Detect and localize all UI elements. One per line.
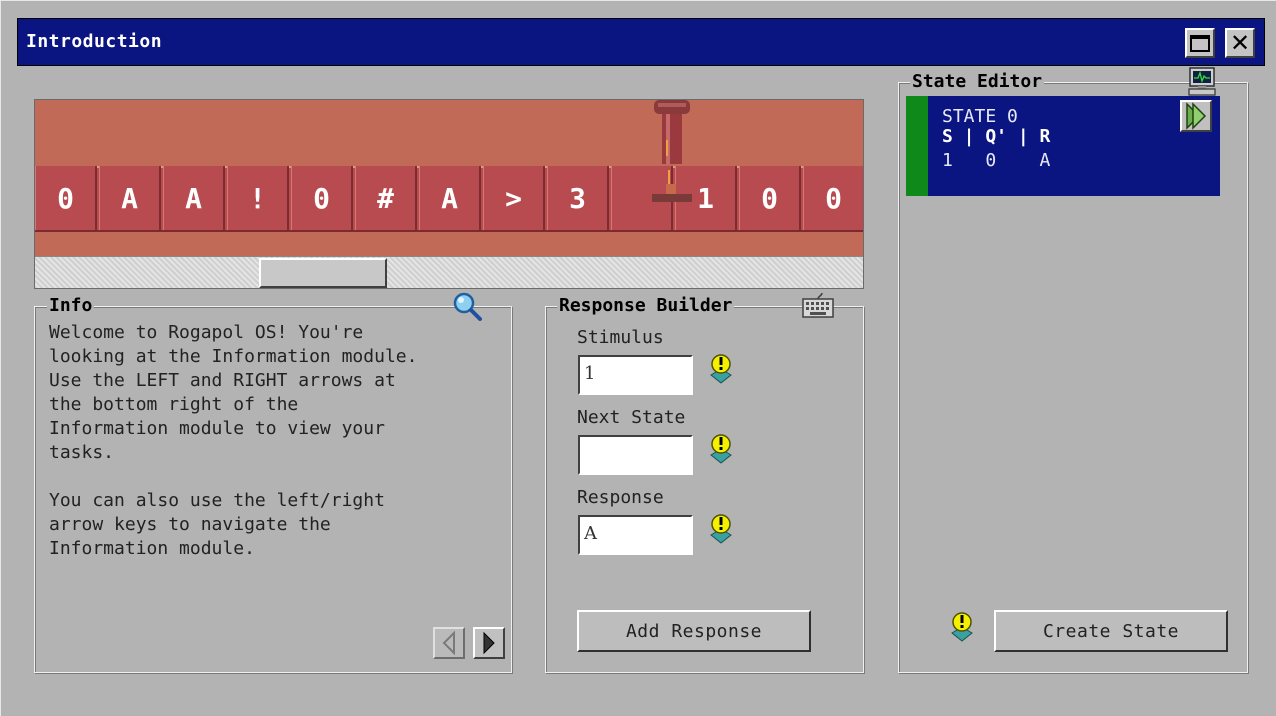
introduction-window: Introduction ✕ 0 A A! 0 # A >3 1 0 0 Info — [0, 0, 1276, 716]
tape-scrollbar[interactable] — [35, 256, 863, 288]
stimulus-input[interactable]: 1 — [578, 355, 693, 395]
tape-head-icon — [652, 100, 692, 202]
arrow-right-icon — [483, 631, 495, 655]
state-table-header: S | Q' | R — [942, 126, 1051, 147]
info-text: Welcome to Rogapol OS! You're looking at… — [49, 322, 418, 559]
create-state-button[interactable]: Create State — [994, 610, 1228, 652]
title-bar[interactable]: Introduction ✕ — [17, 18, 1265, 66]
close-icon: ✕ — [1229, 29, 1251, 57]
response-input[interactable]: A — [578, 515, 693, 555]
tape-cell: # — [355, 166, 417, 230]
tape-cell: > — [483, 166, 545, 230]
computer-monitor-icon — [1188, 67, 1216, 96]
state-card[interactable]: STATE 0 S | Q' | R 1 0 A — [906, 96, 1220, 196]
info-panel: Info Welcome to Rogapol OS! You're looki… — [34, 292, 512, 673]
response-builder-panel: Response Builder Stimulus 1 Next State R… — [545, 293, 864, 673]
next-state-label: Next State — [577, 407, 686, 428]
arrow-left-icon — [442, 631, 455, 655]
magnifier-icon — [453, 292, 482, 321]
create-state-hint-icon[interactable] — [949, 611, 975, 643]
response-hint-icon[interactable] — [708, 513, 734, 545]
state-active-indicator — [906, 96, 928, 196]
play-icon — [1186, 102, 1207, 130]
close-button[interactable]: ✕ — [1225, 28, 1255, 58]
window-title: Introduction — [26, 31, 163, 52]
tape-cell: A — [163, 166, 225, 230]
state-table-row: 1 0 A — [942, 150, 1051, 171]
tape-cell: 0 — [291, 166, 353, 230]
keyboard-icon — [802, 293, 834, 318]
tape-cell: 0 — [803, 166, 863, 230]
state-title: STATE 0 — [942, 106, 1018, 127]
tape-cell: A — [99, 166, 161, 230]
tape-cell: 0 — [35, 166, 97, 230]
tape-cell: ! — [227, 166, 289, 230]
add-response-button[interactable]: Add Response — [577, 610, 811, 652]
state-editor-panel: State Editor STATE 0 S | Q' | R 1 0 A Cr… — [898, 67, 1248, 673]
response-label: Response — [577, 487, 664, 508]
tape-cell: 3 — [547, 166, 609, 230]
info-prev-button[interactable] — [433, 627, 465, 659]
tape-scroll-thumb[interactable] — [259, 258, 387, 288]
run-state-button[interactable] — [1180, 100, 1212, 132]
tape-cell: A — [419, 166, 481, 230]
info-label: Info — [47, 295, 95, 317]
tape-viewer: 0 A A! 0 # A >3 1 0 0 — [34, 99, 864, 289]
response-builder-label: Response Builder — [557, 295, 735, 317]
stimulus-hint-icon[interactable] — [708, 353, 734, 385]
next-state-input[interactable] — [578, 435, 693, 475]
stimulus-label: Stimulus — [577, 327, 664, 348]
maximize-button[interactable] — [1185, 28, 1215, 58]
next-state-hint-icon[interactable] — [708, 433, 734, 465]
state-editor-label: State Editor — [910, 71, 1045, 93]
tape-cell: 0 — [739, 166, 801, 230]
info-next-button[interactable] — [473, 627, 505, 659]
maximize-icon — [1190, 34, 1210, 52]
